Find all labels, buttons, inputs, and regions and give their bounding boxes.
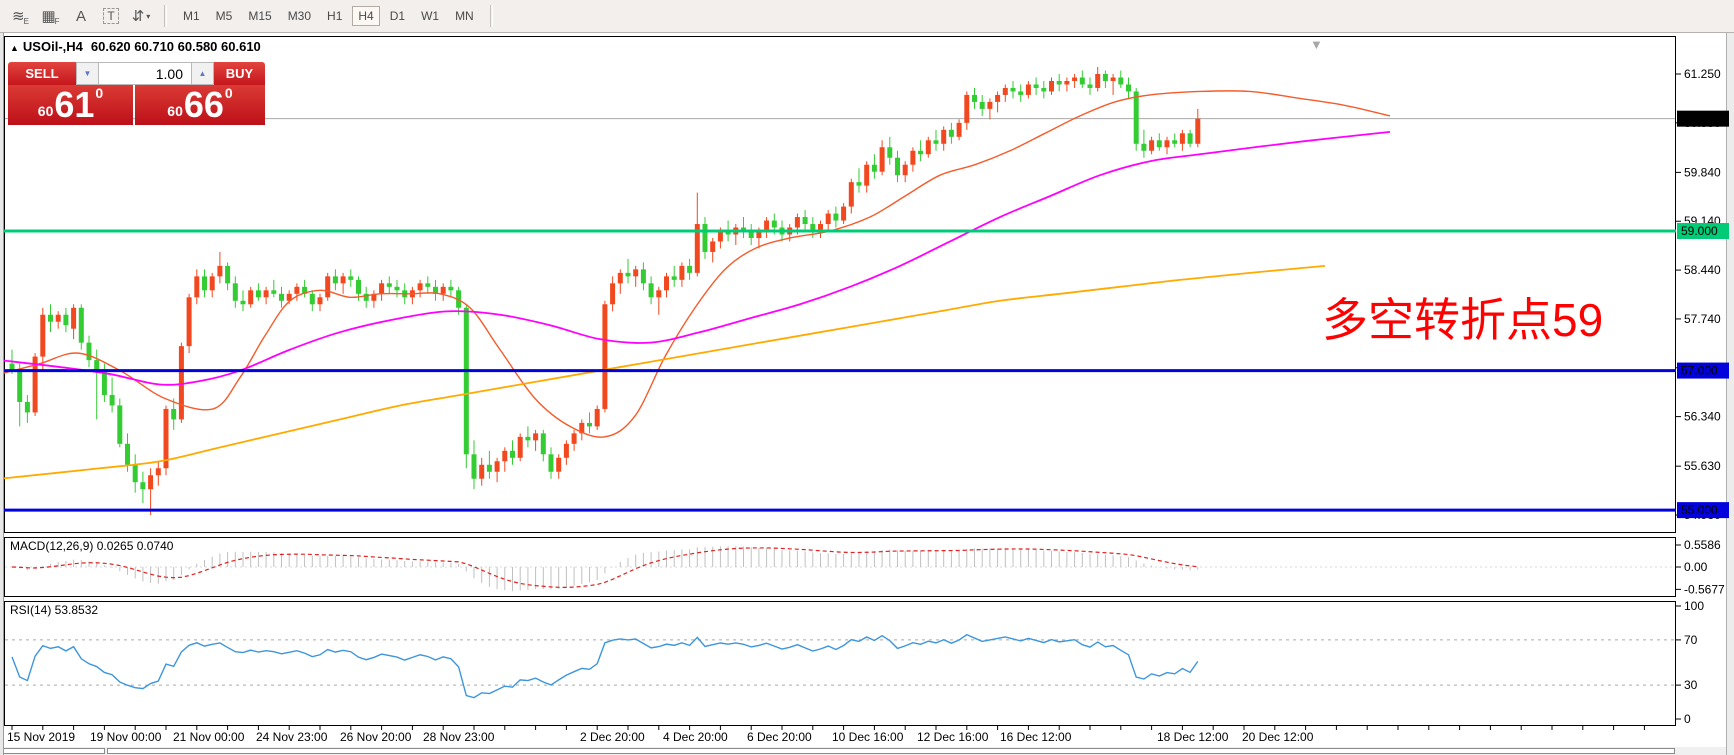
- svg-text:100: 100: [1684, 599, 1704, 613]
- buy-price-display[interactable]: 60 66 0: [135, 85, 265, 125]
- timeframe-button-w1[interactable]: W1: [415, 6, 445, 26]
- svg-text:12 Dec 16:00: 12 Dec 16:00: [917, 730, 989, 744]
- svg-text:16 Dec 12:00: 16 Dec 12:00: [1000, 730, 1072, 744]
- arrange-icon[interactable]: ⇵ ▾: [127, 4, 155, 28]
- scrollbar-thumb[interactable]: [2, 748, 105, 754]
- svg-text:70: 70: [1684, 633, 1698, 647]
- svg-text:61.250: 61.250: [1684, 67, 1721, 81]
- svg-text:60.610: 60.610: [1681, 112, 1718, 126]
- collapse-arrow-icon[interactable]: ▲: [10, 43, 19, 53]
- svg-text:59.840: 59.840: [1684, 165, 1721, 179]
- svg-text:-0.5677: -0.5677: [1684, 582, 1725, 596]
- svg-text:56.340: 56.340: [1684, 410, 1721, 424]
- svg-text:2 Dec 20:00: 2 Dec 20:00: [580, 730, 645, 744]
- scrollbar-track[interactable]: [107, 748, 1675, 754]
- svg-text:10 Dec 16:00: 10 Dec 16:00: [832, 730, 904, 744]
- svg-text:0.00: 0.00: [1684, 560, 1708, 574]
- chart-title: ▲ USOil-,H4 60.620 60.710 60.580 60.610: [10, 39, 261, 54]
- svg-text:57.000: 57.000: [1681, 364, 1718, 378]
- text-box-icon[interactable]: T: [97, 4, 125, 28]
- sell-button[interactable]: SELL: [8, 62, 76, 85]
- timeframe-button-m30[interactable]: M30: [282, 6, 317, 26]
- svg-text:0.5586: 0.5586: [1684, 538, 1721, 552]
- symbol-label: USOil-,H4: [22, 39, 83, 54]
- buy-price-main: 66: [183, 84, 224, 126]
- toolbar-separator: [489, 5, 493, 27]
- svg-text:59.000: 59.000: [1681, 224, 1718, 238]
- volume-decrease-button[interactable]: ▼: [76, 62, 99, 85]
- svg-text:26 Nov 20:00: 26 Nov 20:00: [340, 730, 412, 744]
- sell-price-pip: 0: [95, 85, 104, 101]
- grid-icon[interactable]: ▦ F: [37, 4, 65, 28]
- ohlc-values: 60.620 60.710 60.580 60.610: [90, 39, 261, 54]
- sell-price-display[interactable]: 60 61 0: [8, 85, 133, 125]
- annotation-text: 多空转折点59: [1322, 294, 1604, 346]
- svg-text:30: 30: [1684, 678, 1698, 692]
- sell-price-prefix: 60: [37, 103, 54, 119]
- timeframe-button-h1[interactable]: H1: [321, 6, 348, 26]
- toolbar-icons: ≋ E ▦ F A T ⇵ ▾: [0, 4, 156, 28]
- svg-text:21 Nov 00:00: 21 Nov 00:00: [173, 730, 245, 744]
- svg-text:0: 0: [1684, 712, 1691, 726]
- timeframe-group: M1 M5 M15 M30 H1 H4 D1 W1 MN: [175, 6, 482, 26]
- svg-text:15 Nov 2019: 15 Nov 2019: [7, 730, 75, 744]
- volume-input[interactable]: [99, 62, 191, 85]
- svg-text:20 Dec 12:00: 20 Dec 12:00: [1242, 730, 1314, 744]
- svg-text:6 Dec 20:00: 6 Dec 20:00: [747, 730, 812, 744]
- rsi-label: RSI(14) 53.8532: [10, 603, 99, 617]
- svg-text:55.000: 55.000: [1681, 503, 1718, 517]
- toolbar-separator: [164, 5, 167, 27]
- svg-text:24 Nov 23:00: 24 Nov 23:00: [256, 730, 328, 744]
- text-label-icon[interactable]: A: [67, 4, 95, 28]
- indicators-icon[interactable]: ≋ E: [7, 4, 35, 28]
- timeframe-button-h4[interactable]: H4: [352, 6, 380, 26]
- timeframe-button-d1[interactable]: D1: [384, 6, 411, 26]
- buy-price-pip: 0: [224, 85, 233, 101]
- sell-price-main: 61: [54, 84, 95, 126]
- svg-text:55.630: 55.630: [1684, 459, 1721, 473]
- svg-text:18 Dec 12:00: 18 Dec 12:00: [1157, 730, 1229, 744]
- timeframe-button-m5[interactable]: M5: [210, 6, 239, 26]
- chart-shift-marker-icon[interactable]: ▼: [1310, 37, 1323, 52]
- toolbar: ≋ E ▦ F A T ⇵ ▾ M1 M5 M15 M30 H1 H4 D1 W1 MN: [0, 0, 1734, 33]
- timeframe-button-m1[interactable]: M1: [177, 6, 206, 26]
- svg-text:58.440: 58.440: [1684, 263, 1721, 277]
- volume-increase-button[interactable]: ▲: [191, 62, 214, 85]
- svg-text:57.740: 57.740: [1684, 312, 1721, 326]
- window-left-edge: [0, 32, 4, 755]
- buy-price-prefix: 60: [167, 103, 183, 119]
- svg-text:4 Dec 20:00: 4 Dec 20:00: [663, 730, 728, 744]
- timeframe-button-mn[interactable]: MN: [449, 6, 480, 26]
- macd-label: MACD(12,26,9) 0.0265 0.0740: [10, 539, 174, 553]
- svg-text:19 Nov 00:00: 19 Nov 00:00: [90, 730, 162, 744]
- buy-button[interactable]: BUY: [214, 62, 265, 85]
- timeframe-button-m15[interactable]: M15: [242, 6, 277, 26]
- one-click-trading-panel: SELL ▼ ▲ BUY 60 61 0 60 66 0: [8, 62, 265, 125]
- svg-text:28 Nov 23:00: 28 Nov 23:00: [423, 730, 495, 744]
